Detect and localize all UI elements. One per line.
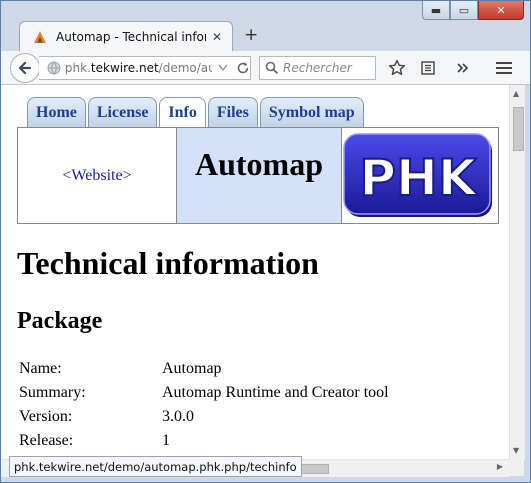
- address-bar[interactable]: phk.tekwire.net/demo/autc: [39, 56, 251, 80]
- hamburger-menu-icon[interactable]: [494, 58, 514, 78]
- tab-home[interactable]: Home: [27, 97, 86, 127]
- header-title: Automap: [177, 128, 342, 223]
- tab-files[interactable]: Files: [207, 97, 258, 127]
- new-tab-button[interactable]: +: [244, 25, 258, 45]
- browser-window: ▬ ▭ ✕ Automap - Technical infor… ✕ + phk…: [0, 0, 531, 483]
- page-heading: Technical information: [17, 245, 319, 281]
- tab-close-icon[interactable]: ✕: [212, 30, 222, 44]
- phk-logo: PHK: [343, 132, 492, 217]
- vertical-scrollbar[interactable]: ▲ ▼: [509, 85, 525, 459]
- header-table: <Website> Automap PHK: [17, 127, 499, 224]
- reading-list-icon[interactable]: [418, 58, 438, 78]
- info-key: Version:: [19, 408, 73, 425]
- scroll-up-icon[interactable]: ▲: [513, 89, 519, 98]
- vertical-scroll-thumb[interactable]: [513, 107, 524, 151]
- page-content: Home License Info Files Symbol map <Webs…: [1, 85, 509, 459]
- search-bar[interactable]: Rechercher: [259, 56, 376, 80]
- info-value: Automap Runtime and Creator tool: [162, 384, 389, 401]
- back-button[interactable]: [10, 53, 40, 83]
- info-key: Release:: [19, 432, 74, 449]
- tab-title: Automap - Technical infor…: [56, 29, 206, 44]
- info-value: Automap: [162, 360, 222, 377]
- site-nav-tabs: Home License Info Files Symbol map: [27, 97, 366, 127]
- bookmark-star-icon[interactable]: [387, 58, 407, 78]
- info-value: 3.0.0: [162, 408, 194, 425]
- info-key: Name:: [19, 360, 62, 377]
- scroll-right-icon[interactable]: ▶: [497, 462, 503, 471]
- tab-symbol-map[interactable]: Symbol map: [259, 97, 364, 127]
- overflow-icon[interactable]: [453, 58, 473, 78]
- svg-text:PHK: PHK: [359, 149, 478, 207]
- website-link-cell: <Website>: [18, 128, 177, 223]
- scroll-down-icon[interactable]: ▼: [513, 446, 519, 455]
- info-key: Summary:: [19, 384, 86, 401]
- website-link[interactable]: <Website>: [62, 167, 131, 185]
- globe-icon: [47, 61, 61, 75]
- tab-info[interactable]: Info: [159, 97, 206, 127]
- info-value: 1: [162, 432, 170, 449]
- tab-license[interactable]: License: [87, 97, 158, 127]
- back-arrow-icon: [18, 61, 32, 75]
- scrollbar-corner: [509, 459, 524, 476]
- section-heading: Package: [17, 308, 103, 334]
- reload-icon[interactable]: [236, 61, 250, 75]
- firefox-icon: [34, 30, 46, 43]
- status-bar-url: phk.tekwire.net/demo/automap.phk.php/tec…: [9, 456, 302, 477]
- phk-logo-cell: PHK: [342, 128, 498, 223]
- browser-tab[interactable]: Automap - Technical infor… ✕: [19, 21, 233, 51]
- search-placeholder: Rechercher: [283, 61, 352, 75]
- dropdown-icon[interactable]: [218, 64, 228, 72]
- search-icon: [265, 61, 279, 75]
- navigation-toolbar: phk.tekwire.net/demo/autc Rechercher: [1, 51, 530, 85]
- browser-tab-bar: Automap - Technical infor… ✕ +: [1, 15, 530, 51]
- url-text[interactable]: phk.tekwire.net/demo/autc: [65, 61, 212, 75]
